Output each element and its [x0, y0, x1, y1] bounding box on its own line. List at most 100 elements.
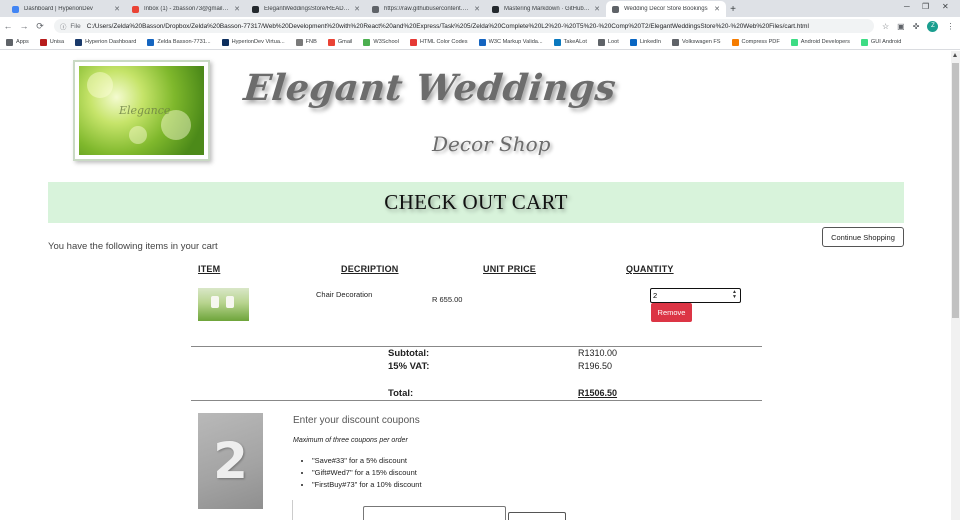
bookmark-label: TakeALot: [563, 39, 587, 45]
total-value: R1506.50: [578, 388, 618, 398]
coupon-image: 2: [198, 413, 263, 509]
forward-icon[interactable]: →: [16, 21, 32, 31]
close-window-icon[interactable]: ✕: [942, 2, 949, 11]
info-icon[interactable]: ⓘ: [60, 22, 66, 31]
bookmark-favicon-icon: [597, 38, 605, 46]
tab-close-icon[interactable]: ✕: [474, 5, 480, 13]
bookmark-star-icon[interactable]: ☆: [882, 22, 889, 31]
tab-close-icon[interactable]: ✕: [114, 5, 120, 13]
maximize-icon[interactable]: ❐: [922, 2, 929, 11]
bookmark-item[interactable]: FNB: [295, 38, 317, 46]
bookmark-label: Apps: [16, 39, 29, 45]
bookmark-favicon-icon: [6, 38, 13, 46]
bookmark-label: HTML Color Codes: [419, 39, 468, 45]
tab-close-icon[interactable]: ✕: [234, 5, 240, 13]
spinner-arrows-icon[interactable]: ▲ ▼: [732, 290, 737, 300]
bookmark-label: Unisa: [49, 39, 65, 45]
tab-title: Mastering Markdown · GitHub Guides: [504, 6, 591, 12]
bookmark-label: Volkswagen FS: [681, 39, 721, 45]
tab-close-icon[interactable]: ✕: [594, 5, 600, 13]
tab-close-icon[interactable]: ✕: [354, 5, 360, 13]
column-header-unit-price: UNIT PRICE: [483, 264, 537, 274]
bookmark-item[interactable]: W3School: [363, 38, 399, 46]
extension-icon[interactable]: ▣: [897, 22, 905, 31]
page-scrollbar[interactable]: [951, 51, 960, 520]
browser-tab[interactable]: Dashboard | HyperionDev ✕: [6, 1, 126, 17]
bookmark-item[interactable]: HyperionDev Virtua...: [221, 38, 285, 46]
bookmark-label: W3C Markup Valida...: [488, 39, 543, 45]
tab-title: ElegantWeddingsStore/README.md: [264, 6, 350, 12]
tab-close-icon[interactable]: ✕: [714, 5, 720, 13]
bookmark-item[interactable]: Android Developers: [790, 38, 850, 46]
bookmark-favicon-icon: [363, 38, 371, 46]
bookmark-favicon-icon: [221, 38, 229, 46]
coupon-list: "Save#33" for a 5% discount "Gift#Wed7" …: [304, 456, 422, 492]
bookmark-label: Zelda Basson-7731...: [157, 39, 211, 45]
bookmark-label: W3School: [373, 39, 399, 45]
tab-title: https://raw.githubusercontent.com: [384, 6, 471, 12]
bookmark-favicon-icon: [39, 38, 47, 46]
tab-title: Wedding Decor Store Bookings: [624, 6, 708, 12]
bookmark-item[interactable]: HTML Color Codes: [409, 38, 468, 46]
remove-button[interactable]: Remove: [651, 303, 692, 322]
bookmark-label: FNB: [305, 39, 317, 45]
browser-tab[interactable]: Inbox (1) - zbasson73@gmail.com ✕: [126, 1, 246, 17]
reload-icon[interactable]: ⟳: [32, 21, 48, 32]
menu-icon[interactable]: ⋮: [946, 22, 954, 31]
item-unit-price: R 655.00: [432, 295, 463, 304]
total-label: Total:: [388, 388, 414, 399]
coupon-list-item: "Gift#Wed7" for a 15% discount: [312, 468, 422, 477]
coupon-list-item: "Save#33" for a 5% discount: [312, 456, 422, 465]
browser-tab[interactable]: Mastering Markdown · GitHub Guides ✕: [486, 1, 606, 17]
bookmark-item[interactable]: TakeALot: [553, 38, 587, 46]
bookmark-item[interactable]: LinkedIn: [629, 38, 661, 46]
tab-favicon-icon: [372, 5, 379, 13]
bookmark-item[interactable]: Zelda Basson-7731...: [147, 38, 211, 46]
address-bar-row: ← → ⟳ ⓘ File C:/Users/Zelda%20Basson/Dro…: [0, 17, 960, 35]
bookmark-label: HyperionDev Virtua...: [231, 39, 285, 45]
tab-favicon-icon: [252, 5, 259, 13]
continue-shopping-button[interactable]: Continue Shopping: [822, 227, 904, 247]
bookmark-item[interactable]: Gmail: [327, 38, 353, 46]
logo-text: Elegance: [119, 104, 171, 117]
apply-coupon-button[interactable]: [508, 512, 566, 520]
browser-tab[interactable]: ElegantWeddingsStore/README.md ✕: [246, 1, 366, 17]
back-icon[interactable]: ←: [0, 21, 16, 31]
bookmark-favicon-icon: [295, 38, 303, 46]
minimize-icon[interactable]: ─: [904, 2, 910, 11]
tab-title: Inbox (1) - zbasson73@gmail.com: [144, 6, 231, 12]
new-tab-icon[interactable]: +: [726, 1, 740, 17]
tab-title: Dashboard | HyperionDev: [24, 6, 93, 12]
browser-tab[interactable]: https://raw.githubusercontent.com ✕: [366, 1, 486, 17]
bookmark-item[interactable]: Loot: [597, 38, 619, 46]
scrollbar-thumb[interactable]: [952, 63, 959, 318]
item-thumbnail: [198, 288, 249, 321]
bookmark-item[interactable]: W3C Markup Valida...: [478, 38, 543, 46]
scroll-up-arrow-icon[interactable]: [953, 53, 957, 57]
bookmark-item[interactable]: Hyperion Dashboard: [75, 38, 137, 46]
bookmark-label: Android Developers: [800, 39, 850, 45]
subtotal-value: R1310.00: [578, 348, 618, 358]
puzzle-icon[interactable]: ✜: [913, 22, 920, 31]
page-subtitle: Decor Shop: [432, 132, 551, 156]
bookmark-item[interactable]: GUI Android: [860, 38, 901, 46]
address-input[interactable]: ⓘ File C:/Users/Zelda%20Basson/Dropbox/Z…: [54, 19, 874, 33]
bookmark-label: Gmail: [337, 39, 353, 45]
bookmark-item[interactable]: Unisa: [39, 38, 65, 46]
column-header-quantity: QUANTITY: [626, 264, 674, 274]
bookmark-label: Hyperion Dashboard: [85, 39, 137, 45]
coupon-digit: 2: [213, 432, 248, 490]
url-scheme: File: [70, 22, 81, 30]
browser-tab[interactable]: Wedding Decor Store Bookings ✕: [606, 1, 726, 17]
cart-intro-text: You have the following items in your car…: [48, 241, 218, 252]
profile-avatar[interactable]: Z: [927, 20, 939, 32]
bookmark-item[interactable]: Volkswagen FS: [671, 38, 721, 46]
coupon-code-input[interactable]: [363, 506, 506, 520]
bookmark-item[interactable]: Compress PDF: [731, 38, 780, 46]
vat-value: R196.50: [578, 361, 613, 371]
bookmark-favicon-icon: [478, 38, 486, 46]
bookmark-label: Compress PDF: [741, 39, 780, 45]
quantity-stepper[interactable]: [650, 288, 741, 303]
bookmark-item[interactable]: Apps: [6, 38, 29, 46]
bookmark-favicon-icon: [327, 38, 335, 46]
